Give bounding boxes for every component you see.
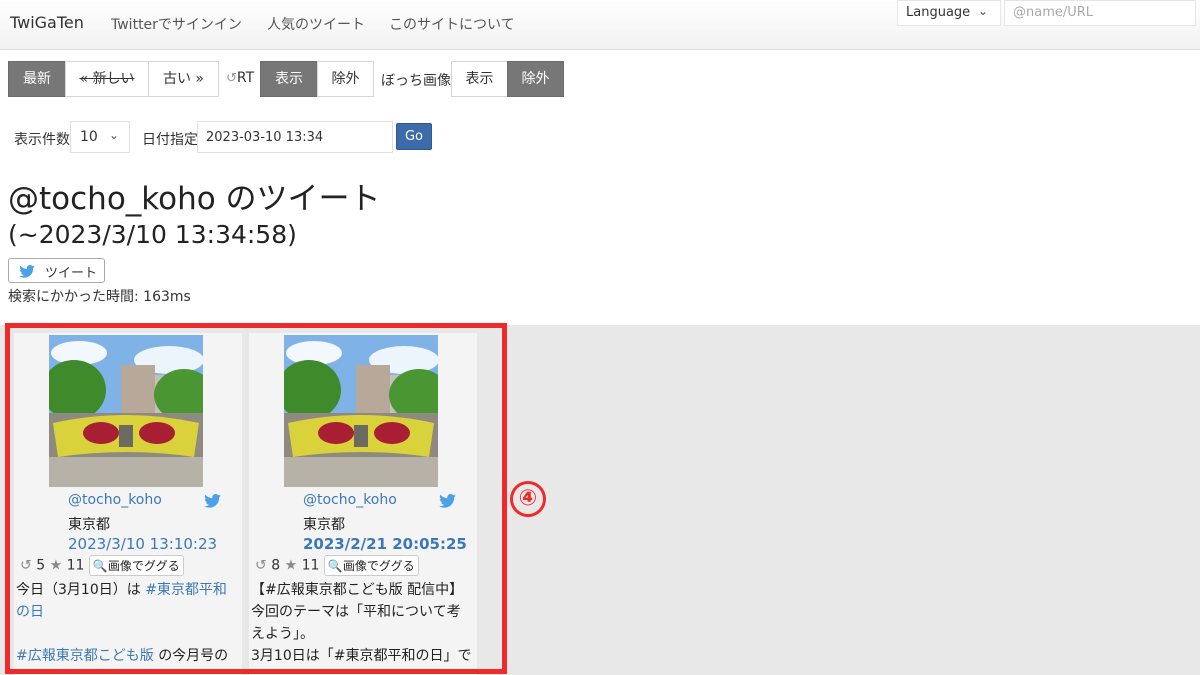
tweet-button[interactable]: ツイート bbox=[8, 258, 105, 283]
older-button[interactable]: 古い » bbox=[148, 61, 219, 97]
nav-about-link[interactable]: このサイトについて bbox=[389, 14, 515, 34]
tweet-button-label: ツイート bbox=[45, 266, 98, 281]
page-subtitle: (~2023/3/10 13:34:58) bbox=[8, 220, 297, 249]
bocchi-exclude-button[interactable]: 除外 bbox=[507, 61, 564, 97]
bocchi-show-button[interactable]: 表示 bbox=[451, 61, 508, 97]
search-time: 検索にかかった時間: 163ms bbox=[8, 289, 191, 305]
navbar: TwiGaTen Twitterでサインイン 人気のツイート このサイトについて… bbox=[0, 0, 1200, 50]
rt-show-button[interactable]: 表示 bbox=[260, 61, 318, 97]
nav-popular-link[interactable]: 人気のツイート bbox=[267, 14, 365, 34]
highlight-frame bbox=[5, 323, 507, 674]
date-label: 日付指定 bbox=[142, 132, 198, 148]
chevron-down-icon: ⌄ bbox=[977, 4, 988, 18]
bocchi-label: ぼっち画像 bbox=[381, 73, 451, 89]
rt-exclude-button[interactable]: 除外 bbox=[317, 61, 374, 97]
newer-button[interactable]: « 新しい bbox=[65, 61, 149, 97]
go-button[interactable]: Go bbox=[396, 123, 432, 150]
brand-logo[interactable]: TwiGaTen bbox=[10, 13, 84, 32]
nav-signin-link[interactable]: Twitterでサインイン bbox=[111, 14, 242, 34]
count-value: 10 bbox=[80, 129, 98, 145]
annotation-marker: ④ bbox=[510, 481, 546, 517]
search-input[interactable]: @name/URL bbox=[1004, 0, 1196, 26]
chevron-down-icon: ⌄ bbox=[108, 128, 119, 142]
date-input[interactable]: 2023-03-10 13:34 bbox=[197, 121, 393, 153]
rt-label: ↺RT bbox=[226, 70, 255, 86]
language-label: Language bbox=[906, 5, 971, 20]
count-label: 表示件数 bbox=[14, 132, 70, 148]
retweet-icon: ↺ bbox=[226, 71, 237, 86]
latest-button[interactable]: 最新 bbox=[8, 61, 66, 97]
count-select[interactable]: 10 ⌄ bbox=[70, 121, 130, 153]
page-title: @tocho_koho のツイート bbox=[8, 181, 381, 217]
language-dropdown[interactable]: Language ⌄ bbox=[897, 0, 1001, 26]
twitter-bird-icon bbox=[19, 265, 35, 282]
